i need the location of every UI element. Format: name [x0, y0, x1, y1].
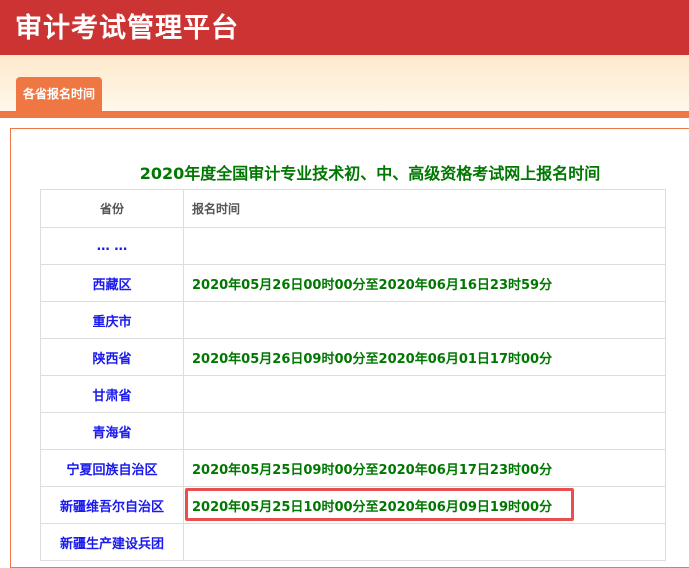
table-row: 甘肃省 — [40, 375, 666, 413]
registration-time: 2020年05月26日00时00分至2020年06月16日23时59分 — [183, 264, 666, 302]
table-row: 新疆生产建设兵团 — [40, 523, 666, 561]
registration-time — [183, 523, 666, 561]
province-link[interactable]: … … — [40, 227, 184, 265]
province-link[interactable]: 宁夏回族自治区 — [40, 449, 184, 487]
registration-time — [183, 412, 666, 450]
province-link[interactable]: 新疆生产建设兵团 — [40, 523, 184, 561]
registration-time — [183, 227, 666, 265]
tab-band — [0, 55, 689, 111]
province-link[interactable]: 重庆市 — [40, 301, 184, 339]
province-link[interactable]: 陕西省 — [40, 338, 184, 376]
province-link[interactable]: 青海省 — [40, 412, 184, 450]
table-row: … … — [40, 227, 666, 265]
province-link[interactable]: 甘肃省 — [40, 375, 184, 413]
province-link[interactable]: 新疆维吾尔自治区 — [40, 486, 184, 524]
table-row: 青海省 — [40, 412, 666, 450]
table-row: 陕西省 2020年05月26日09时00分至2020年06月01日17时00分 — [40, 338, 666, 376]
column-header-time: 报名时间 — [183, 189, 666, 228]
app-header: 审计考试管理平台 — [0, 0, 689, 55]
table-row: 西藏区 2020年05月26日00时00分至2020年06月16日23时59分 — [40, 264, 666, 302]
highlight-box — [185, 488, 574, 521]
province-link[interactable]: 西藏区 — [40, 264, 184, 302]
table-row: 宁夏回族自治区 2020年05月25日09时00分至2020年06月17日23时0… — [40, 449, 666, 487]
tab-province-registration-time[interactable]: 各省报名时间 — [16, 77, 102, 112]
table-header-row: 省份 报名时间 — [40, 189, 666, 228]
registration-time: 2020年05月25日09时00分至2020年06月17日23时00分 — [183, 449, 666, 487]
registration-time — [183, 301, 666, 339]
tab-underline-bar — [0, 111, 689, 118]
registration-time — [183, 375, 666, 413]
column-header-province: 省份 — [40, 189, 184, 228]
registration-time: 2020年05月26日09时00分至2020年06月01日17时00分 — [183, 338, 666, 376]
page-title: 2020年度全国审计专业技术初、中、高级资格考试网上报名时间 — [139, 164, 601, 183]
app-title: 审计考试管理平台 — [15, 13, 239, 44]
table-row: 重庆市 — [40, 301, 666, 339]
